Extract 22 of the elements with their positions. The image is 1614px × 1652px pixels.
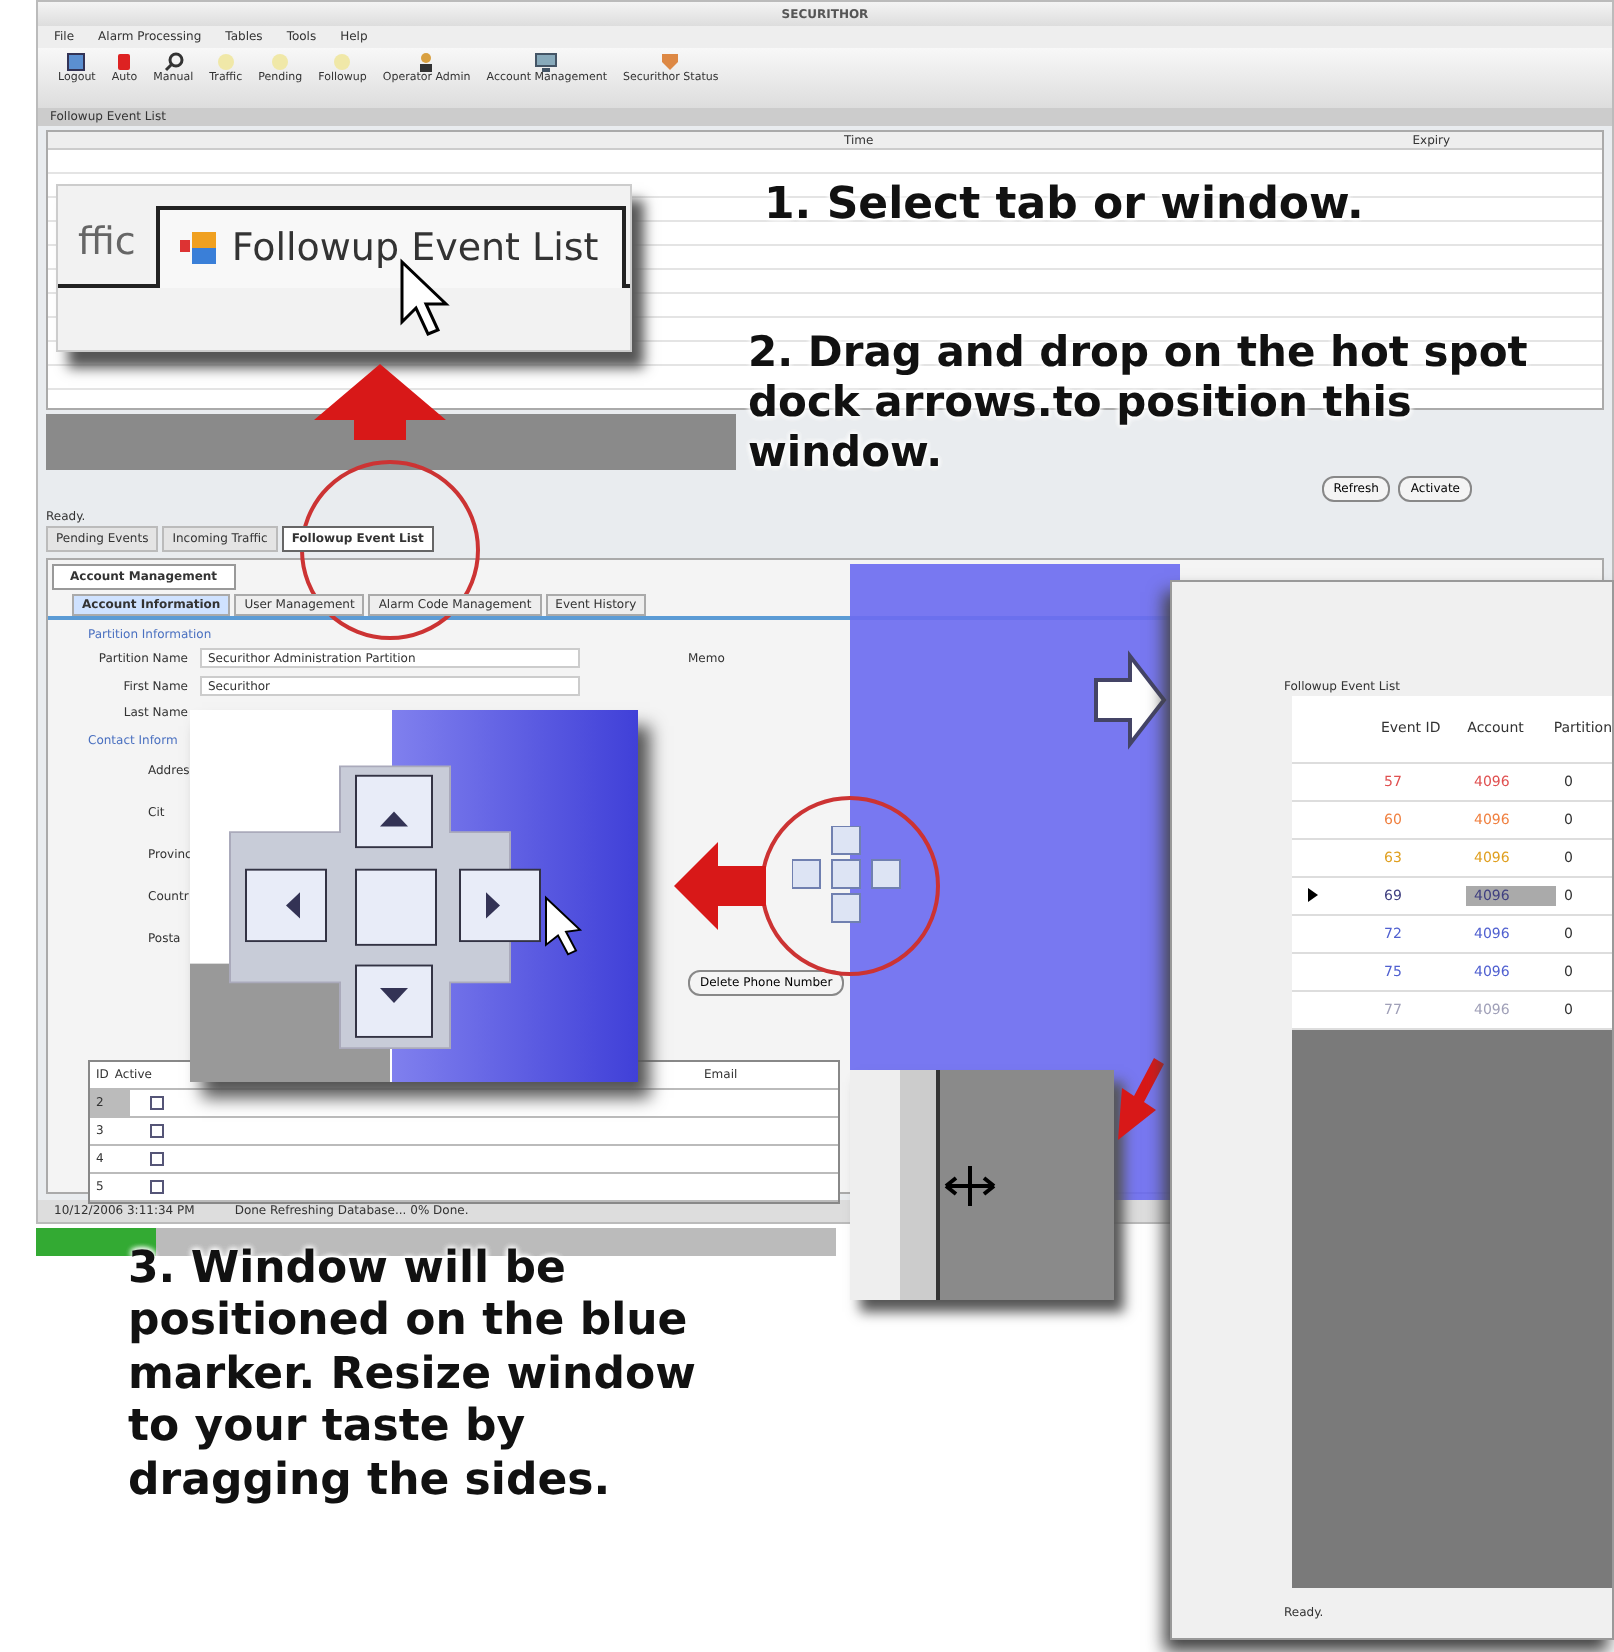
checkbox[interactable] [150, 1180, 164, 1194]
search-icon [163, 52, 184, 72]
tab-label[interactable]: ffic [58, 202, 156, 283]
person-icon [416, 52, 437, 72]
tab[interactable]: Followup Event List [155, 206, 627, 287]
instruction-text: 3. Window will be positioned on the blue marker. Resize window to your taste by dragging the sides. [128, 1244, 698, 1508]
bulb-icon [215, 52, 236, 72]
bulb-icon [270, 52, 291, 72]
instruction-text: 2. Drag and drop on the hot spot dock arrows.to position this window. [748, 328, 1530, 480]
window-icon [179, 230, 220, 267]
up-arrow [310, 360, 450, 440]
document-icon [66, 52, 87, 72]
right-arrow [1090, 650, 1170, 750]
bulb-icon [332, 52, 353, 72]
checkbox[interactable] [150, 1152, 164, 1166]
alarm-icon [114, 52, 135, 72]
checkbox[interactable] [150, 1096, 164, 1110]
monitor-icon [534, 52, 559, 72]
instruction-text: 1. Select tab or window. [764, 180, 1366, 233]
pointer-arrow [1114, 1056, 1166, 1144]
checkbox[interactable] [150, 1124, 164, 1138]
shield-icon [660, 52, 681, 72]
